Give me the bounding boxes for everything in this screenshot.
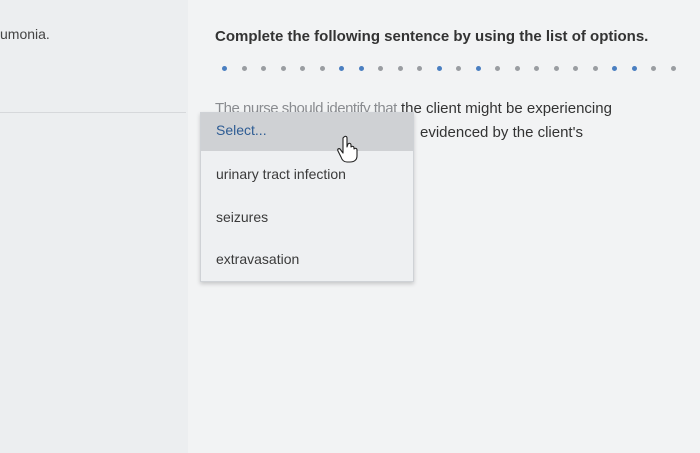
progress-dot xyxy=(300,66,305,71)
progress-dot xyxy=(475,66,481,71)
progress-dot xyxy=(592,66,598,71)
progress-dot xyxy=(573,66,578,71)
question-title: Complete the following sentence by using… xyxy=(215,28,649,45)
progress-dot xyxy=(261,66,266,71)
progress-dot xyxy=(495,66,500,71)
answer-dropdown[interactable]: Select... urinary tract infection seizur… xyxy=(200,112,414,282)
hand-pointer-icon xyxy=(337,135,358,163)
progress-dot xyxy=(397,66,403,71)
previous-question-text: umonia. xyxy=(0,26,50,42)
divider xyxy=(0,112,186,113)
progress-dot xyxy=(358,66,364,71)
dropdown-option-seizures[interactable]: seizures xyxy=(216,209,268,225)
progress-dot xyxy=(339,66,344,71)
progress-dot xyxy=(651,66,656,71)
progress-dot xyxy=(553,66,559,71)
progress-dot xyxy=(241,66,247,71)
progress-dot xyxy=(514,66,520,71)
progress-dot xyxy=(670,66,676,71)
progress-dot xyxy=(456,66,461,71)
dropdown-option-extravasation[interactable]: extravasation xyxy=(216,251,299,267)
progress-dot xyxy=(378,66,383,71)
progress-dot xyxy=(222,66,227,71)
dropdown-option-uti[interactable]: urinary tract infection xyxy=(216,166,346,182)
previous-question-panel: umonia. xyxy=(0,0,188,453)
progress-dot xyxy=(280,66,286,71)
dropdown-selected-label: Select... xyxy=(216,122,267,138)
progress-dot xyxy=(417,66,422,71)
progress-dot xyxy=(612,66,617,71)
sentence-line-2: evidenced by the client's xyxy=(420,124,583,141)
sentence-visible-text: the client might be experiencing xyxy=(400,100,612,117)
dropdown-selected-option[interactable]: Select... xyxy=(201,113,413,151)
progress-dot xyxy=(436,66,442,71)
progress-dot xyxy=(631,66,637,71)
progress-dot xyxy=(534,66,539,71)
progress-dot xyxy=(319,66,325,71)
progress-dots xyxy=(222,66,692,78)
